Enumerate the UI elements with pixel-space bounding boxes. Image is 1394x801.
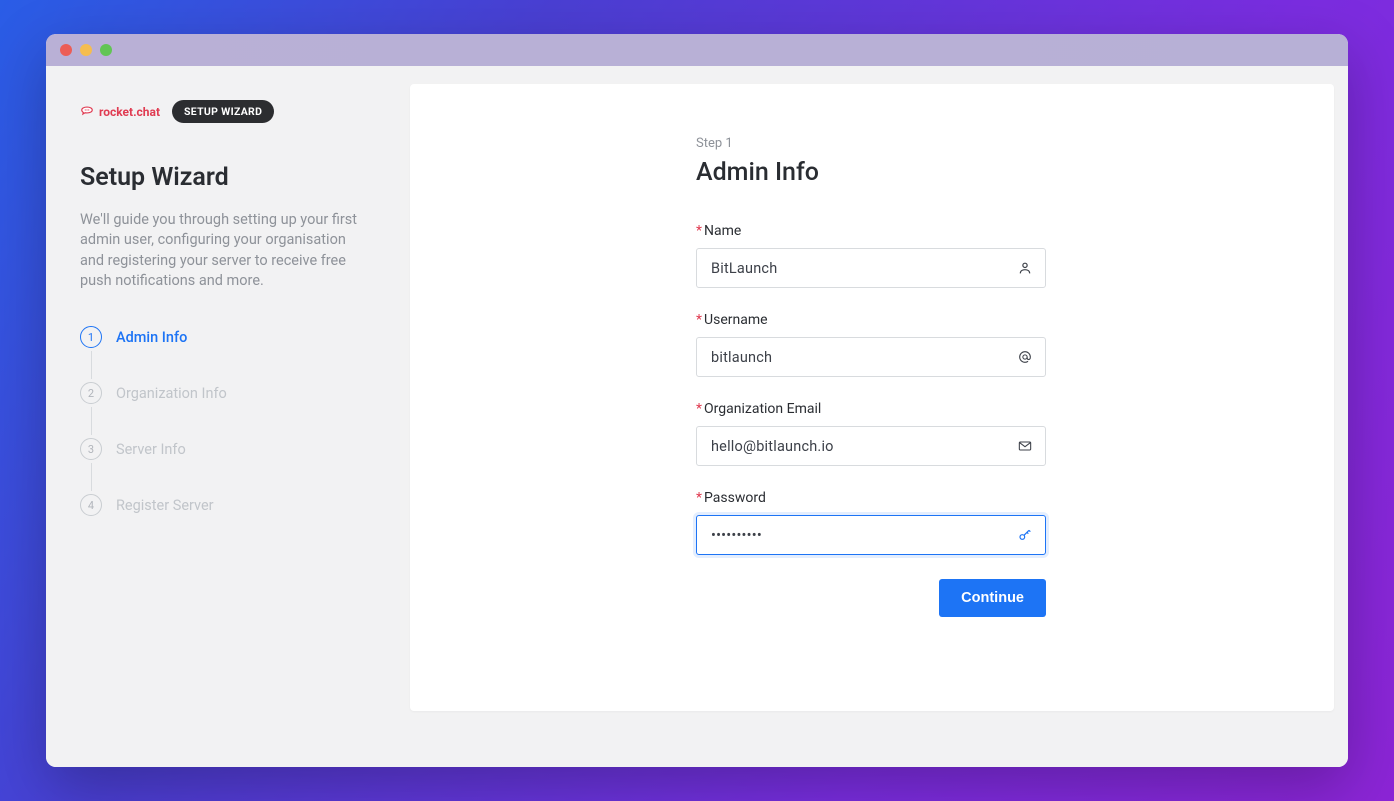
step-label: Organization Info [116,385,227,402]
password-input[interactable] [711,527,1005,544]
name-input[interactable] [711,260,1005,277]
step-server-info[interactable]: 3 Server Info [80,437,384,461]
app-window: rocket.chat SETUP WIZARD Setup Wizard We… [46,34,1348,767]
input-wrap-password[interactable] [696,515,1046,555]
step-label: Admin Info [116,329,187,346]
user-icon [1017,260,1033,276]
field-username: *Username [696,312,1046,377]
field-password: *Password [696,490,1046,555]
label-password: *Password [696,490,1046,506]
input-wrap-name[interactable] [696,248,1046,288]
step-register-server[interactable]: 4 Register Server [80,493,384,517]
username-input[interactable] [711,349,1005,366]
form-title: Admin Info [696,158,1046,187]
sidebar: rocket.chat SETUP WIZARD Setup Wizard We… [46,66,410,767]
setup-wizard-pill: SETUP WIZARD [172,100,274,123]
field-org-email: *Organization Email [696,401,1046,466]
titlebar [46,34,1348,66]
close-icon[interactable] [60,44,72,56]
at-icon [1017,349,1033,365]
step-number: 2 [80,382,102,404]
step-number: 1 [80,326,102,348]
brand-row: rocket.chat SETUP WIZARD [80,100,384,123]
input-wrap-username[interactable] [696,337,1046,377]
continue-button[interactable]: Continue [939,579,1046,617]
brand-name: rocket.chat [99,105,160,119]
label-name: *Name [696,223,1046,239]
maximize-icon[interactable] [100,44,112,56]
step-number: 4 [80,494,102,516]
step-label: Register Server [116,497,214,514]
step-number: 3 [80,438,102,460]
sidebar-description: We'll guide you through setting up your … [80,210,365,291]
org-email-input[interactable] [711,438,1005,455]
minimize-icon[interactable] [80,44,92,56]
mail-icon [1017,438,1033,454]
input-wrap-org-email[interactable] [696,426,1046,466]
sidebar-title: Setup Wizard [80,163,384,192]
form-card: Step 1 Admin Info *Name *Username [410,84,1334,711]
rocket-icon [80,103,94,120]
step-admin-info[interactable]: 1 Admin Info [80,325,384,349]
step-list: 1 Admin Info 2 Organization Info 3 Serve… [80,325,384,517]
step-organization-info[interactable]: 2 Organization Info [80,381,384,405]
step-label: Server Info [116,441,186,458]
brand-logo: rocket.chat [80,103,160,120]
form-area: Step 1 Admin Info *Name *Username [696,136,1046,617]
form-actions: Continue [696,579,1046,617]
label-org-email: *Organization Email [696,401,1046,417]
field-name: *Name [696,223,1046,288]
form-step-label: Step 1 [696,136,1046,151]
app-body: rocket.chat SETUP WIZARD Setup Wizard We… [46,66,1348,767]
key-icon [1017,527,1033,543]
label-username: *Username [696,312,1046,328]
